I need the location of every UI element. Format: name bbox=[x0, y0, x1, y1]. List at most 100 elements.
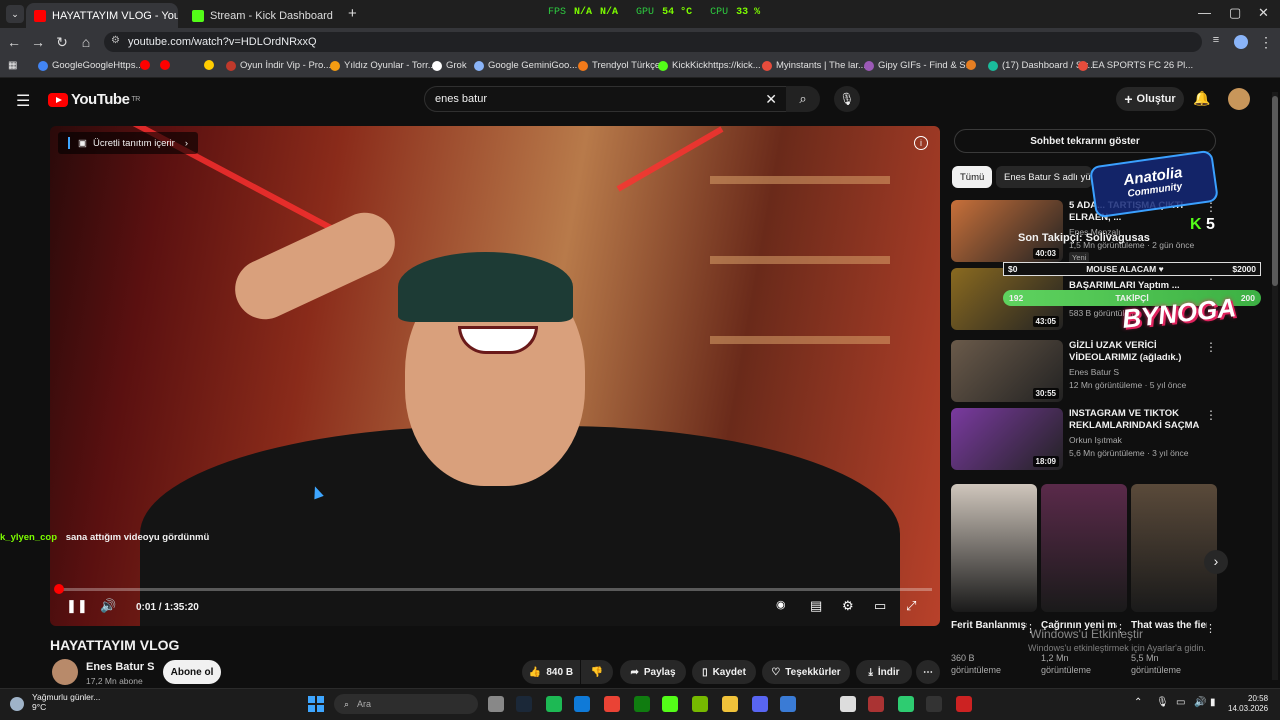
bookmark-item[interactable]: GoogleGoogleHttps... bbox=[38, 60, 143, 71]
clear-search-icon[interactable]: ✕ bbox=[765, 91, 777, 108]
taskbar-search-input[interactable]: ⌕ Ara bbox=[334, 694, 478, 714]
page-scrollbar[interactable] bbox=[1272, 92, 1278, 680]
short-thumbnail[interactable] bbox=[951, 484, 1037, 612]
epic-games-icon[interactable] bbox=[926, 696, 942, 712]
bookmark-item[interactable]: Myinstants | The lar... bbox=[762, 60, 866, 71]
nvidia-icon[interactable] bbox=[692, 696, 708, 712]
theater-mode-icon[interactable]: ▭ bbox=[874, 598, 886, 614]
paid-promotion-badge[interactable]: ▣ Ücretli tanıtım içerir › bbox=[58, 132, 198, 154]
share-button[interactable]: ➦ Paylaş bbox=[620, 660, 686, 684]
bookmark-item[interactable]: KickKickhttps://kick... bbox=[658, 60, 761, 71]
video-title[interactable]: GİZLİ UZAK VERİCİ VİDEOLARIMIZ (ağladık.… bbox=[1069, 340, 1199, 364]
minimize-window-icon[interactable]: — bbox=[1198, 5, 1211, 20]
settings-gear-icon[interactable]: ⚙ bbox=[842, 598, 854, 614]
shorts-next-chevron-icon[interactable]: › bbox=[1204, 550, 1228, 574]
video-thumbnail[interactable]: 30:55 bbox=[951, 340, 1063, 402]
app-icon[interactable] bbox=[956, 696, 972, 712]
channel-avatar[interactable] bbox=[52, 659, 78, 685]
tab-kick-dashboard[interactable]: Stream - Kick Dashboard ✕ bbox=[184, 3, 340, 28]
edge-icon[interactable] bbox=[574, 696, 590, 712]
battery-icon[interactable]: ▮ bbox=[1210, 697, 1216, 708]
voice-search-button[interactable]: 🎙 bbox=[834, 86, 860, 112]
recommended-video[interactable]: 18:09 INSTAGRAM VE TIKTOK REKLAMLARINDAKİ… bbox=[951, 408, 1221, 470]
bookmark-item[interactable] bbox=[966, 60, 980, 70]
channel-name[interactable]: Enes Batur S bbox=[1069, 367, 1119, 377]
search-button[interactable]: ⌕ bbox=[786, 86, 820, 112]
volume-icon[interactable]: 🔊 bbox=[100, 598, 116, 614]
recommended-video[interactable]: 30:55 GİZLİ UZAK VERİCİ VİDEOLARIMIZ (ağl… bbox=[951, 340, 1221, 402]
notifications-bell-icon[interactable]: 🔔 bbox=[1193, 90, 1210, 107]
speaker-icon[interactable]: 🔊 bbox=[1194, 697, 1206, 708]
like-button[interactable]: 👍 840 B bbox=[522, 660, 580, 684]
subscribe-button[interactable]: Abone ol bbox=[163, 660, 221, 684]
bookmark-item[interactable] bbox=[140, 60, 154, 70]
network-icon[interactable]: ▭ bbox=[1176, 697, 1185, 708]
video-thumbnail[interactable]: 18:09 bbox=[951, 408, 1063, 470]
weather-widget[interactable]: Yağmurlu günler... 9°C bbox=[32, 692, 100, 712]
back-arrow-icon[interactable]: ← bbox=[6, 34, 22, 50]
chip-channel-uploads[interactable]: Enes Batur S adlı yük... bbox=[996, 166, 1092, 188]
more-options-icon[interactable]: ⋮ bbox=[1205, 408, 1217, 422]
recommended-video[interactable]: 40:035 ADA... TARTIŞMA ÇIKTI ELRAEN, ...… bbox=[951, 200, 1221, 263]
channel-name[interactable]: Enes Batur S bbox=[86, 661, 154, 673]
app-icon[interactable] bbox=[898, 696, 914, 712]
home-icon[interactable]: ⌂ bbox=[78, 34, 94, 50]
chrome-icon[interactable] bbox=[604, 696, 620, 712]
dislike-button[interactable]: 👎 bbox=[581, 660, 613, 684]
video-title[interactable]: INSTAGRAM VE TIKTOK REKLAMLARINDAKİ SAÇM… bbox=[1069, 408, 1199, 432]
show-chat-replay-button[interactable]: Sohbet tekrarını göster bbox=[954, 129, 1216, 153]
fullscreen-icon[interactable]: ⤢ bbox=[906, 598, 916, 614]
progress-scrubber[interactable] bbox=[54, 584, 64, 594]
search-input[interactable]: enes batur ✕ bbox=[424, 86, 788, 112]
url-bar[interactable]: ⚙ youtube.com/watch?v=HDLOrdNRxxQ bbox=[104, 32, 1202, 52]
tab-youtube[interactable]: HAYATTAYIM VLOG - YouTu... ✕ bbox=[26, 3, 178, 28]
app-icon[interactable] bbox=[780, 696, 796, 712]
video-progress-bar[interactable] bbox=[54, 584, 932, 594]
save-button[interactable]: ▯ Kaydet bbox=[692, 660, 756, 684]
tray-expand-icon[interactable]: ⌃ bbox=[1134, 697, 1142, 708]
chip-all[interactable]: Tümü bbox=[952, 166, 993, 188]
bookmark-item[interactable]: Grok bbox=[432, 60, 467, 71]
info-icon[interactable]: i bbox=[914, 136, 928, 150]
profile-avatar-icon[interactable] bbox=[1234, 35, 1248, 49]
bookmark-item[interactable] bbox=[204, 60, 218, 70]
more-options-icon[interactable]: ⋮ bbox=[1205, 340, 1217, 354]
short-title[interactable]: Ferit Banlanmışş... bbox=[951, 620, 1027, 631]
hamburger-menu-icon[interactable]: ☰ bbox=[16, 91, 30, 111]
create-button[interactable]: + Oluştur bbox=[1116, 87, 1184, 111]
short-thumbnail[interactable] bbox=[1131, 484, 1217, 612]
bookmark-item[interactable]: Trendyol Türkçe bbox=[578, 60, 660, 71]
download-button[interactable]: ⤓ İndir bbox=[856, 660, 912, 684]
discord-icon[interactable] bbox=[752, 696, 768, 712]
reload-icon[interactable]: ↻ bbox=[54, 34, 70, 51]
bookmark-item[interactable]: Oyun İndir Vip - Pro... bbox=[226, 60, 331, 71]
browser-menu-icon[interactable]: ⋮ bbox=[1258, 34, 1274, 51]
autoplay-toggle-icon[interactable]: ◉ bbox=[776, 598, 786, 611]
close-window-icon[interactable]: ✕ bbox=[1258, 5, 1269, 21]
video-thumbnail[interactable]: 40:03 bbox=[951, 200, 1063, 262]
app-icon[interactable] bbox=[840, 696, 856, 712]
bookmark-item[interactable]: Gipy GIFs - Find & S... bbox=[864, 60, 974, 71]
tab-list-menu-icon[interactable]: ⌄ bbox=[6, 5, 24, 23]
windows-start-icon[interactable] bbox=[308, 696, 324, 712]
short-more-icon[interactable]: ⋮ bbox=[1205, 622, 1216, 635]
kick-app-icon[interactable] bbox=[662, 696, 678, 712]
subtitles-icon[interactable]: ▤ bbox=[810, 598, 822, 614]
bookmark-item[interactable]: EA SPORTS FC 26 Pl... bbox=[1078, 60, 1193, 71]
file-explorer-icon[interactable] bbox=[722, 696, 738, 712]
thanks-button[interactable]: ♡ Teşekkürler bbox=[762, 660, 850, 684]
pause-icon[interactable]: ❚❚ bbox=[66, 598, 88, 614]
bookmark-item[interactable] bbox=[160, 60, 174, 70]
new-tab-button[interactable]: + bbox=[348, 5, 357, 22]
app-icon[interactable] bbox=[868, 696, 884, 712]
apps-grid-icon[interactable]: ▦ bbox=[8, 60, 17, 71]
scrollbar-thumb[interactable] bbox=[1272, 96, 1278, 286]
more-actions-button[interactable]: ⋯ bbox=[916, 660, 940, 684]
bookmark-item[interactable]: Yıldız Oyunlar - Torr... bbox=[330, 60, 436, 71]
site-info-icon[interactable]: ⚙ bbox=[111, 35, 120, 46]
taskbar-clock[interactable]: 20:58 14.03.2026 bbox=[1228, 694, 1268, 714]
short-thumbnail[interactable] bbox=[1041, 484, 1127, 612]
channel-name[interactable]: Orkun Işıtmak bbox=[1069, 435, 1122, 445]
account-avatar[interactable] bbox=[1228, 88, 1250, 110]
spotify-icon[interactable] bbox=[546, 696, 562, 712]
